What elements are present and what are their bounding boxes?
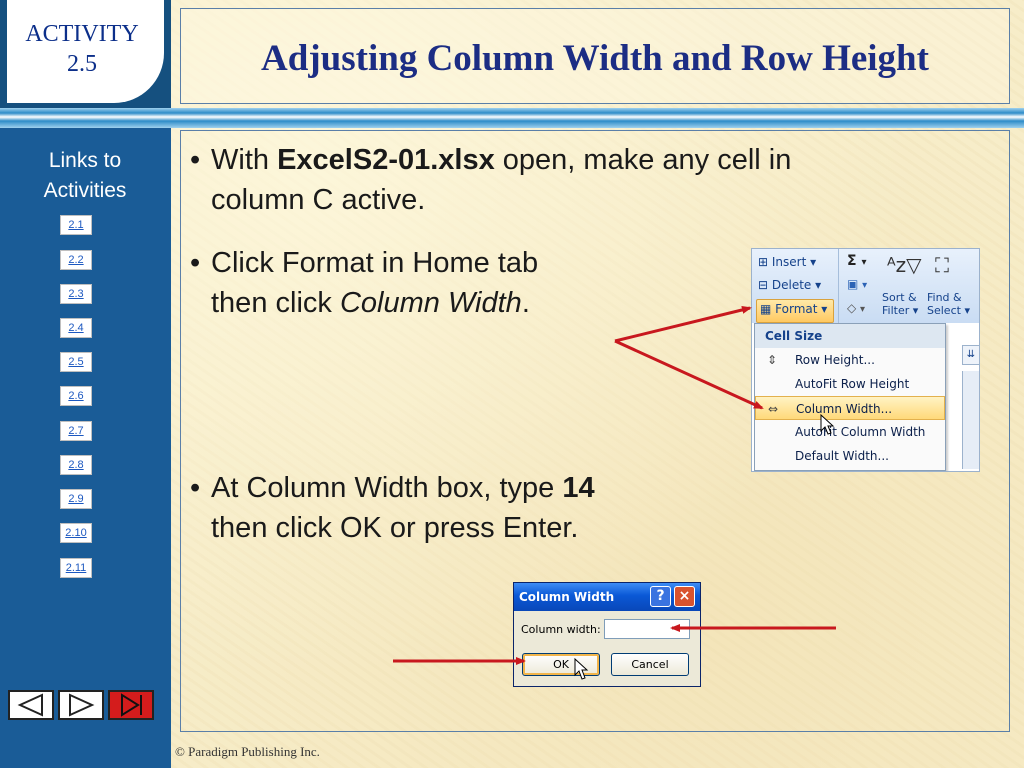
chevron-down-icon: ▾ (912, 304, 919, 317)
header-band (0, 108, 1024, 128)
bullet-dot: • (190, 144, 201, 176)
activity-number: 2.5 (67, 51, 97, 77)
links-title: Links to Activities (43, 149, 127, 202)
activity-link-2-8[interactable]: 2.8 (60, 455, 92, 475)
delete-button[interactable]: ⊟ Delete ▾ (758, 278, 821, 292)
menu-item-autofit-column-width[interactable]: AutoFit Column Width (755, 420, 945, 444)
activity-link-2-7[interactable]: 2.7 (60, 421, 92, 441)
cells-group: ⊞ Insert ▾ ⊟ Delete ▾ ▦ Format ▾ (752, 249, 839, 323)
chevron-down-icon: ▾ (815, 278, 822, 292)
find-select-button[interactable]: Find & Select ▾ (927, 291, 970, 317)
mouse-pointer-icon (574, 658, 589, 680)
excel-ribbon-screenshot: ⊞ Insert ▾ ⊟ Delete ▾ ▦ Format ▾ Σ ▾ ▣ ▾… (751, 248, 980, 472)
activity-link-2-1[interactable]: 2.1 (60, 215, 92, 235)
activity-link-2-9[interactable]: 2.9 (60, 489, 92, 509)
close-button[interactable]: × (674, 586, 695, 607)
editing-group: Σ ▾ ▣ ▾ ◇ ▾ ᴬᴢ▽ ⛶ Sort & Filter ▾ Find &… (839, 249, 979, 323)
column-width-label: Column width: (521, 623, 601, 636)
help-button[interactable]: ? (650, 586, 671, 607)
bullet-click-format: • Click Format in Home tab then click Co… (190, 243, 538, 323)
chevron-down-icon: ▾ (810, 255, 817, 269)
sort-filter-button[interactable]: Sort & Filter ▾ (882, 291, 918, 317)
menu-header: Cell Size (755, 324, 945, 348)
page-title: Adjusting Column Width and Row Height (261, 38, 929, 79)
triangle-left-icon (17, 693, 43, 717)
menu-item-default-width[interactable]: Default Width... (755, 444, 945, 468)
menu-item-column-width[interactable]: ⇔ Column Width... (755, 396, 945, 420)
format-icon: ▦ (760, 302, 772, 316)
triangle-right-icon (69, 693, 95, 717)
column-width-icon: ⇔ (767, 402, 779, 416)
dialog-title: Column Width (514, 583, 700, 611)
activity-link-2-10[interactable]: 2.10 (60, 523, 92, 543)
format-dropdown-menu: Cell Size ⇕ Row Height... AutoFit Row Hei… (754, 323, 946, 471)
clear-icon[interactable]: ◇ ▾ (847, 301, 865, 315)
file-name: ExcelS2-01.xlsx (277, 144, 495, 176)
binoculars-icon: ⛶ (935, 253, 949, 277)
sort-filter-icon: ᴬᴢ▽ (887, 253, 922, 277)
activity-link-2-4[interactable]: 2.4 (60, 318, 92, 338)
chevron-down-icon: ▾ (821, 302, 828, 316)
next-slide-button[interactable] (58, 690, 104, 720)
activity-label: ACTIVITY 2.5 (7, 19, 157, 79)
menu-item-row-height[interactable]: ⇕ Row Height... (755, 348, 945, 372)
column-width-input[interactable] (604, 619, 690, 639)
bullet-dot: • (190, 247, 201, 279)
bullet-open-file: • With ExcelS2-01.xlsx open, make any ce… (190, 140, 791, 220)
activity-link-2-11[interactable]: 2.11 (60, 558, 92, 578)
fill-icon[interactable]: ▣ ▾ (847, 277, 867, 291)
end-show-button[interactable] (108, 690, 154, 720)
previous-slide-button[interactable] (8, 690, 54, 720)
column-width-emphasis: Column Width (339, 287, 522, 319)
row-height-icon: ⇕ (766, 353, 778, 367)
autosum-icon[interactable]: Σ ▾ (847, 253, 866, 269)
title-box: Adjusting Column Width and Row Height (180, 8, 1010, 104)
activity-link-2-6[interactable]: 2.6 (60, 386, 92, 406)
column-width-dialog: Column Width ? × Column width: OK Cancel (513, 582, 701, 687)
skip-to-end-icon (121, 693, 142, 717)
format-button[interactable]: ▦ Format ▾ (760, 302, 827, 316)
expand-icon[interactable]: ⇊ (962, 345, 979, 365)
activity-link-2-2[interactable]: 2.2 (60, 250, 92, 270)
activity-text: ACTIVITY (25, 21, 139, 47)
cancel-button[interactable]: Cancel (611, 653, 689, 676)
mouse-pointer-icon (820, 414, 835, 435)
menu-item-autofit-row-height[interactable]: AutoFit Row Height (755, 372, 945, 396)
activity-link-2-3[interactable]: 2.3 (60, 284, 92, 304)
width-value: 14 (562, 472, 595, 504)
delete-icon: ⊟ (758, 278, 769, 292)
chevron-down-icon: ▾ (964, 304, 970, 317)
copyright-footer: © Paradigm Publishing Inc. (175, 744, 320, 759)
bullet-type-width: • At Column Width box, type 14 then clic… (190, 468, 595, 548)
bullet-dot: • (190, 472, 201, 504)
insert-icon: ⊞ (758, 255, 769, 269)
insert-button[interactable]: ⊞ Insert ▾ (758, 255, 816, 269)
scrollbar[interactable] (962, 371, 979, 469)
activity-link-2-5[interactable]: 2.5 (60, 352, 92, 372)
